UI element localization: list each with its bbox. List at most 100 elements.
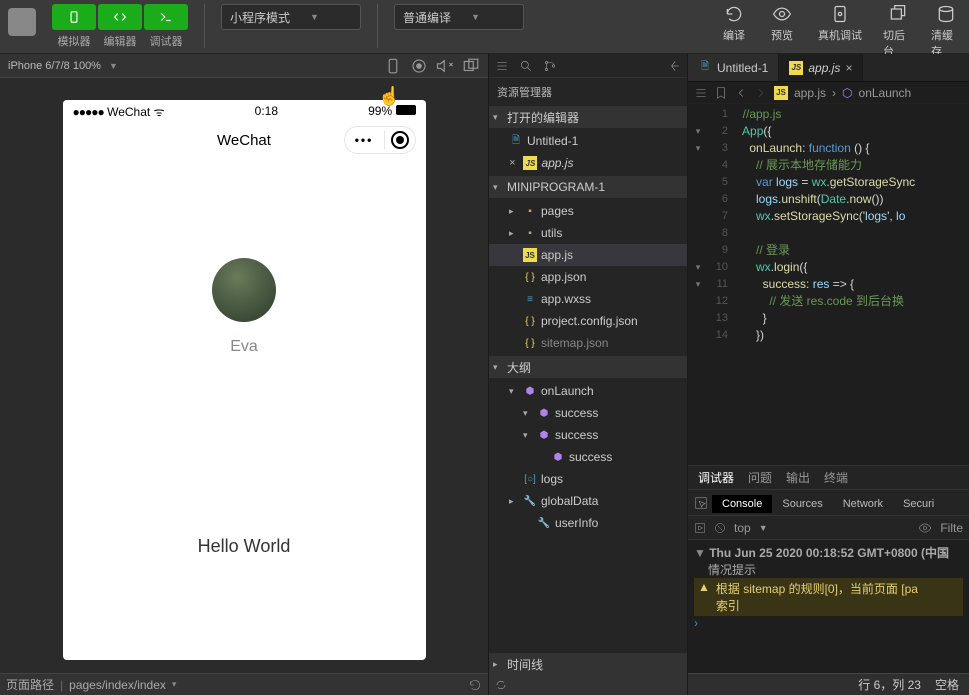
breadcrumb-symbol[interactable]: onLaunch — [859, 86, 912, 100]
battery-icon — [396, 105, 416, 115]
device-icon[interactable] — [384, 57, 402, 75]
cursor-position[interactable]: 行 6，列 23 — [858, 676, 921, 693]
dbg-tab[interactable]: 终端 — [824, 469, 848, 486]
list-icon[interactable] — [495, 59, 509, 73]
tree-item[interactable]: ▸▪pages — [489, 200, 687, 222]
dbg-subtab[interactable]: Securi — [893, 495, 944, 513]
warning-icon: ▲ — [698, 580, 710, 614]
eye-icon[interactable] — [918, 521, 932, 535]
outline-item[interactable]: 🔧userInfo — [489, 512, 687, 534]
editor-tab[interactable]: JSapp.js× — [779, 54, 863, 81]
search-icon[interactable] — [519, 59, 533, 73]
console-hint: 情况提示 — [694, 561, 963, 578]
compile-action[interactable]: 编译 — [719, 4, 749, 43]
editor-tab[interactable]: 🗎Untitled-1 — [688, 54, 779, 81]
record-icon[interactable] — [410, 57, 428, 75]
console-output[interactable]: ▼ Thu Jun 25 2020 00:18:52 GMT+0800 (中国 … — [688, 540, 969, 673]
mode-select[interactable]: 小程序模式▼ — [221, 4, 361, 30]
detach-icon[interactable] — [462, 57, 480, 75]
refresh-icon[interactable] — [468, 678, 482, 692]
device-label[interactable]: iPhone 6/7/8 100% — [8, 60, 101, 72]
open-file-item[interactable]: × JSapp.js — [489, 152, 687, 174]
dbg-tab[interactable]: 问题 — [748, 469, 772, 486]
tree-item[interactable]: { }sitemap.json — [489, 332, 687, 354]
simulator-button[interactable] — [52, 4, 96, 30]
avatar[interactable] — [212, 258, 276, 322]
bookmark-icon[interactable] — [714, 86, 728, 100]
editor-label: 编辑器 — [104, 33, 137, 49]
compile-select[interactable]: 普通编译▼ — [394, 4, 524, 30]
simulator-panel: iPhone 6/7/8 100% ▼ ☝ ●●●●● WeChat ᯤ 0:1… — [0, 54, 488, 695]
project-header[interactable]: ▾MINIPROGRAM-1 — [489, 176, 687, 198]
simulator-label: 模拟器 — [58, 33, 91, 49]
dbg-subtab[interactable]: Sources — [772, 495, 832, 513]
tree-item[interactable]: ≡app.wxss — [489, 288, 687, 310]
menu-icon[interactable]: ••• — [345, 133, 384, 147]
user-avatar[interactable] — [8, 8, 36, 36]
explorer-footer — [489, 675, 687, 695]
timeline-header[interactable]: ▸时间线 — [489, 653, 687, 675]
console-timestamp: Thu Jun 25 2020 00:18:52 GMT+0800 (中国 — [709, 546, 949, 560]
editor-panel: 🗎Untitled-1 JSapp.js× JS app.js › ⬡ onLa… — [688, 54, 969, 695]
debug-subtabs: ConsoleSourcesNetworkSecuri — [688, 490, 969, 516]
editor-button[interactable] — [98, 4, 142, 30]
file-tree: ▸▪pages ▸▪utils JSapp.js { }app.json ≡ap… — [489, 198, 687, 356]
capsule-button[interactable]: ••• — [344, 126, 416, 154]
realdevice-action[interactable]: 真机调试 — [815, 4, 865, 43]
dbg-subtab[interactable]: Console — [712, 495, 772, 513]
open-editors-header[interactable]: ▾打开的编辑器 — [489, 106, 687, 128]
pathbar-value[interactable]: pages/index/index — [69, 678, 166, 692]
dbg-tab[interactable]: 输出 — [786, 469, 810, 486]
close-icon[interactable] — [391, 131, 409, 149]
collapse-icon[interactable] — [667, 59, 681, 73]
status-line: 行 6，列 23 空格 — [688, 673, 969, 695]
dbg-subtab[interactable]: Network — [833, 495, 893, 513]
context-select[interactable]: top — [734, 521, 751, 535]
page-title: WeChat — [217, 132, 271, 149]
clearcache-action[interactable]: 清缓存 — [931, 4, 961, 59]
filter-input[interactable]: Filte — [940, 521, 963, 535]
background-action[interactable]: 切后台 — [883, 4, 913, 59]
nav-bar: WeChat ••• — [63, 122, 426, 158]
debug-panel: 调试器问题输出终端 ConsoleSourcesNetworkSecuri to… — [688, 465, 969, 695]
nickname-label: Eva — [230, 338, 258, 356]
clock-label: 0:18 — [255, 104, 278, 118]
debug-filter: top ▼ Filte — [688, 516, 969, 540]
mute-icon[interactable] — [436, 57, 454, 75]
sync-icon[interactable] — [495, 679, 507, 691]
console-warning: ▲ 根据 sitemap 的规则[0]，当前页面 [pa 索引 — [694, 578, 963, 616]
phone-frame: ●●●●● WeChat ᯤ 0:18 99% WeChat ••• Eva H… — [63, 100, 426, 660]
breadcrumb: JS app.js › ⬡ onLaunch — [688, 82, 969, 104]
status-bar: ●●●●● WeChat ᯤ 0:18 99% — [63, 100, 426, 122]
back-icon[interactable] — [734, 86, 748, 100]
outline-tree: ▾⬢onLaunch ▾⬢success ▾⬢success ⬢success … — [489, 378, 687, 536]
outline-item[interactable]: ▸🔧globalData — [489, 490, 687, 512]
debugger-button[interactable] — [144, 4, 188, 30]
outline-header[interactable]: ▾大纲 — [489, 356, 687, 378]
inspect-icon[interactable] — [694, 496, 708, 510]
open-file-item[interactable]: 🗎Untitled-1 — [489, 130, 687, 152]
outline-item[interactable]: ▾⬢success — [489, 402, 687, 424]
tree-item[interactable]: { }project.config.json — [489, 310, 687, 332]
outline-item[interactable]: ▾⬢success — [489, 424, 687, 446]
outline-item[interactable]: ▾⬢onLaunch — [489, 380, 687, 402]
mode-label: 小程序模式 — [230, 9, 290, 26]
preview-action[interactable]: 预览 — [767, 4, 797, 43]
menu-icon[interactable] — [694, 86, 708, 100]
play-icon[interactable] — [694, 522, 706, 534]
outline-item[interactable]: [○]logs — [489, 468, 687, 490]
tree-item[interactable]: ▸▪utils — [489, 222, 687, 244]
outline-item[interactable]: ⬢success — [489, 446, 687, 468]
indent-label[interactable]: 空格 — [935, 676, 959, 693]
clear-icon[interactable] — [714, 522, 726, 534]
dbg-tab[interactable]: 调试器 — [698, 469, 734, 486]
code-editor[interactable]: ▾▾▾▾ 1234567891011121314 //app.js App({ … — [688, 104, 969, 465]
branch-icon[interactable] — [543, 59, 557, 73]
tree-item[interactable]: JSapp.js — [489, 244, 687, 266]
divider — [204, 4, 205, 48]
breadcrumb-file[interactable]: app.js — [794, 86, 826, 100]
forward-icon[interactable] — [754, 86, 768, 100]
tree-item[interactable]: { }app.json — [489, 266, 687, 288]
signal-icon: ●●●●● — [73, 105, 104, 119]
divider — [377, 4, 378, 48]
